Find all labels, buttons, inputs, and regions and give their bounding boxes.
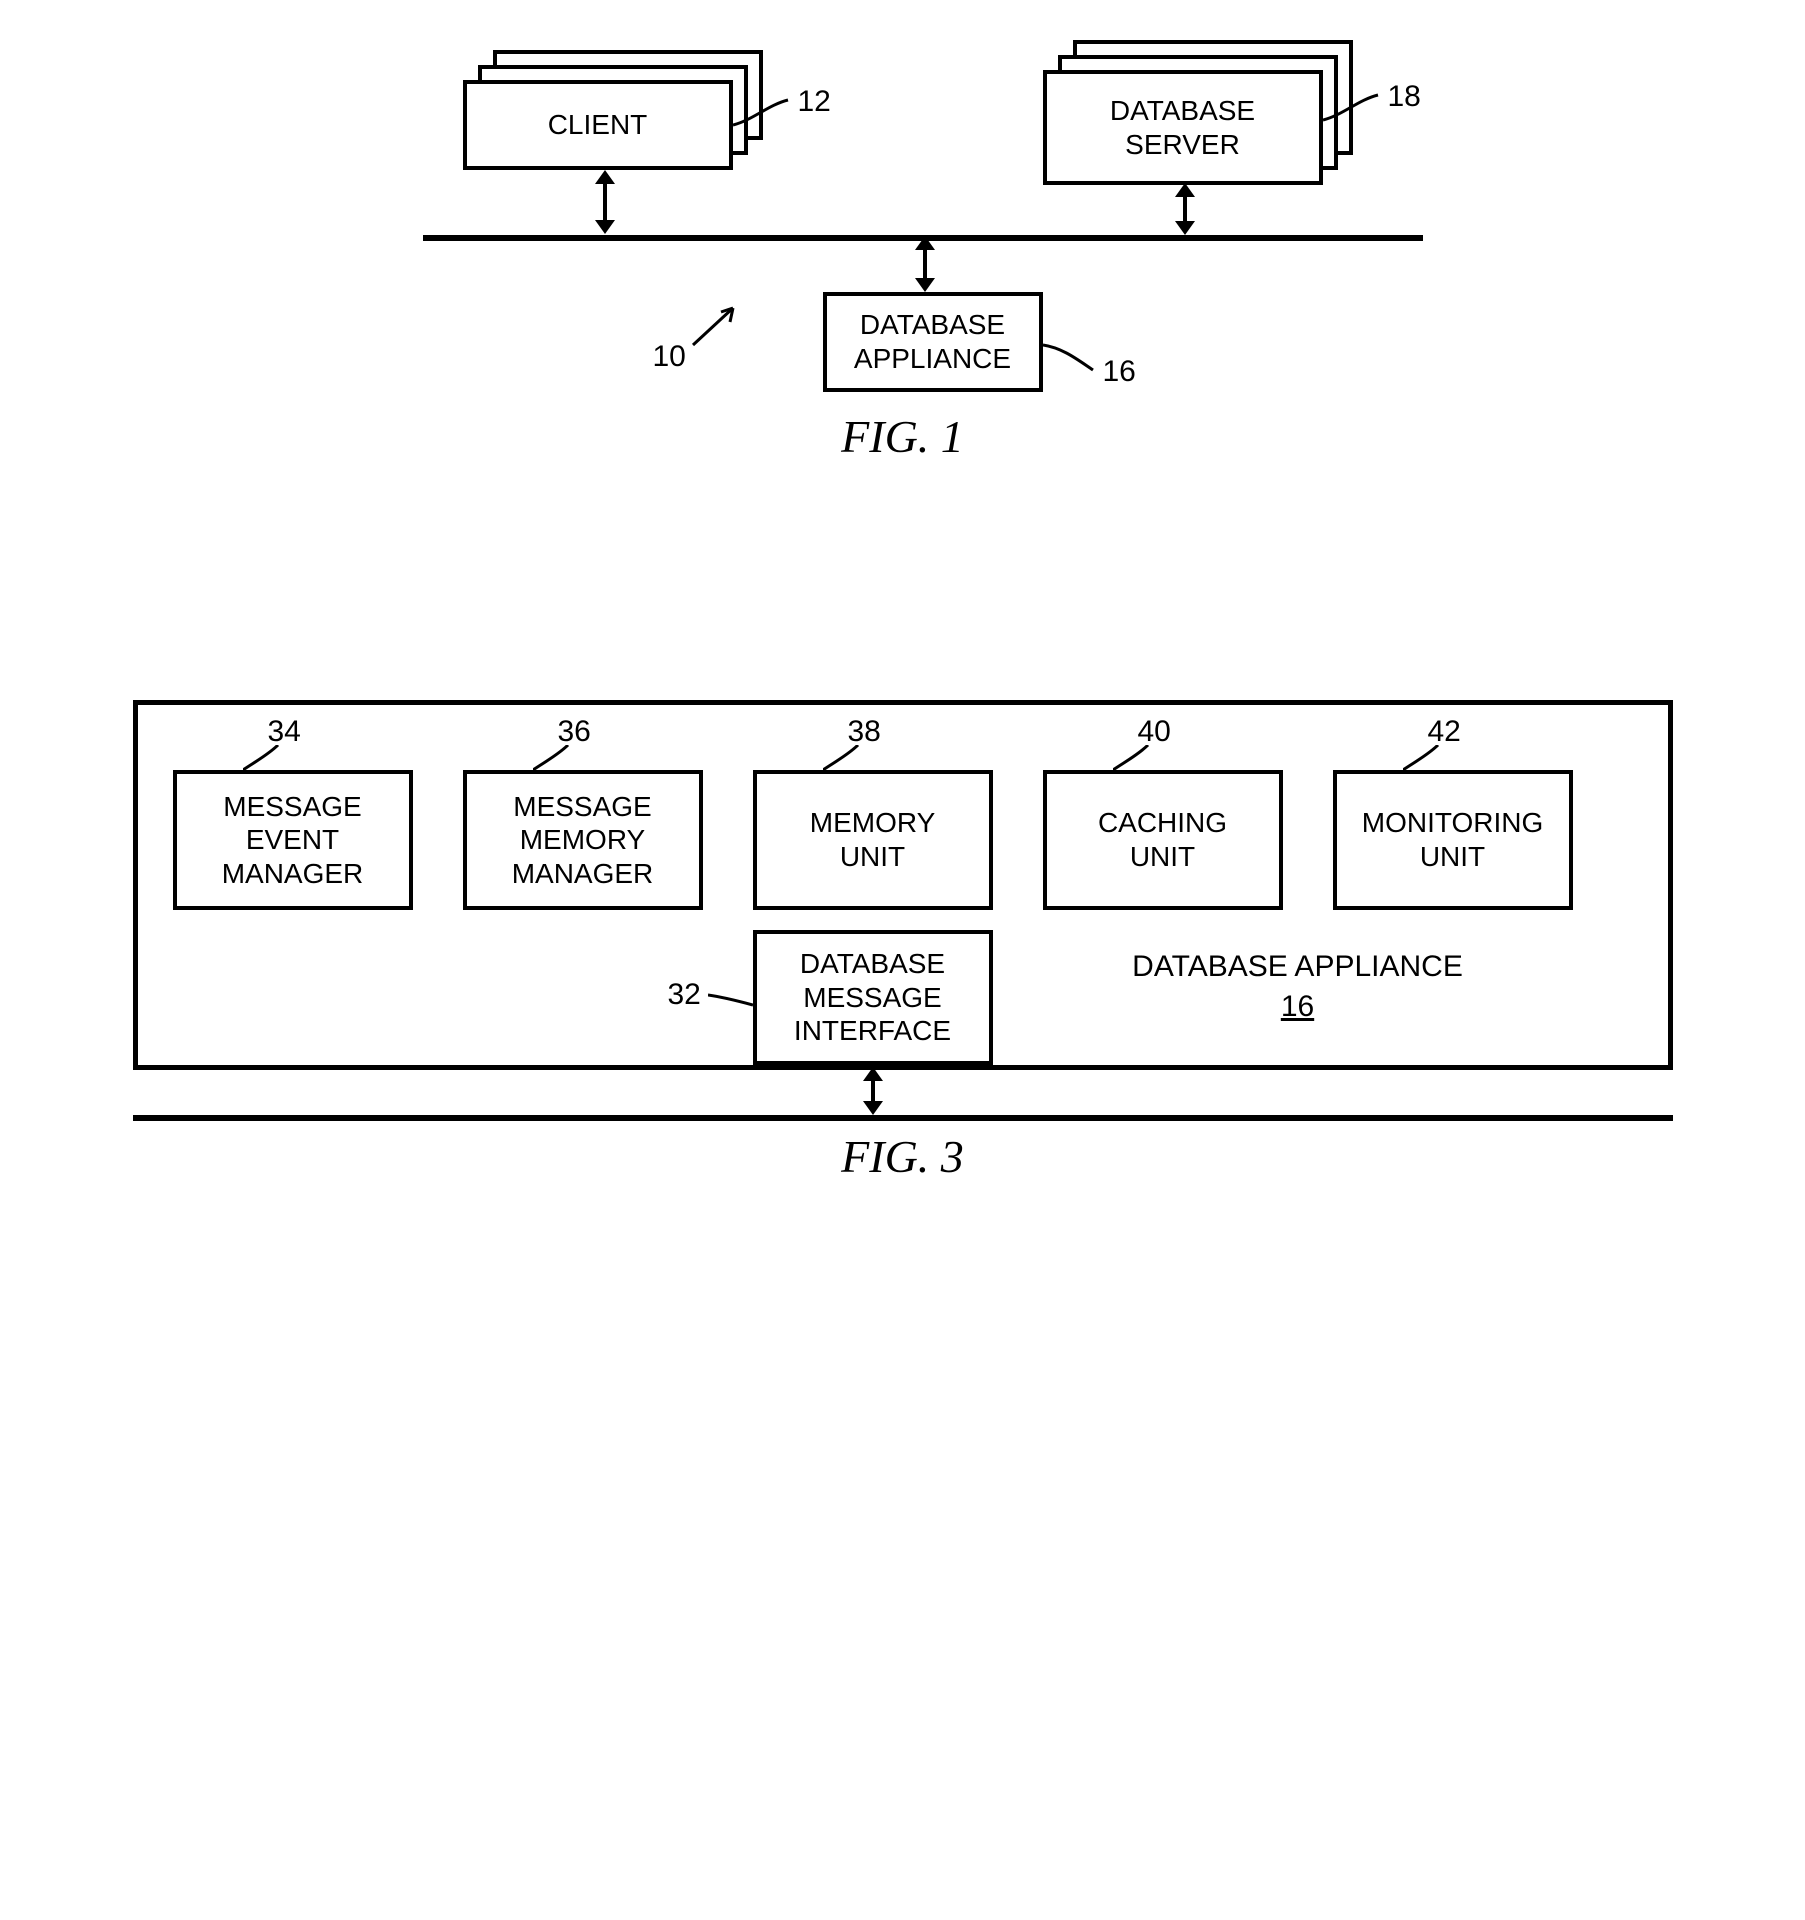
appliance-label: DATABASE APPLIANCE	[854, 308, 1011, 375]
client-leader	[733, 95, 793, 135]
client-ref: 12	[798, 85, 831, 119]
caching-unit-leader	[1113, 745, 1153, 775]
appliance-leader	[1043, 340, 1098, 375]
system-ref: 10	[653, 340, 686, 374]
fig3-caption: FIG. 3	[103, 1130, 1703, 1183]
caching-unit-box: CACHING UNIT	[1043, 770, 1283, 910]
msg-event-mgr-leader	[243, 745, 283, 775]
dmi-leader	[708, 985, 753, 1010]
appliance-frame-label-text: DATABASE APPLIANCE	[1123, 950, 1473, 984]
client-box: CLIENT	[463, 80, 733, 170]
msg-event-mgr-box: MESSAGE EVENT MANAGER	[173, 770, 413, 910]
server-bus-arrow	[1183, 195, 1187, 223]
server-leader	[1323, 90, 1383, 130]
memory-unit-box: MEMORY UNIT	[753, 770, 993, 910]
client-label: CLIENT	[548, 108, 648, 142]
memory-unit-leader	[823, 745, 863, 775]
fig3-dmi-arrow	[871, 1079, 875, 1103]
fig1-caption: FIG. 1	[353, 410, 1453, 463]
appliance-frame-label: DATABASE APPLIANCE 16	[1123, 950, 1473, 1024]
appliance-bus-arrow	[923, 248, 927, 280]
caching-unit-label: CACHING UNIT	[1098, 806, 1227, 873]
dmi-ref: 32	[668, 978, 701, 1012]
monitoring-unit-label: MONITORING UNIT	[1362, 806, 1543, 873]
server-box: DATABASE SERVER	[1043, 70, 1323, 185]
msg-event-mgr-label: MESSAGE EVENT MANAGER	[222, 790, 364, 891]
client-bus-arrow	[603, 182, 607, 222]
fig3-bus	[133, 1115, 1673, 1121]
msg-event-mgr-ref: 34	[268, 715, 301, 749]
figure-3: MESSAGE EVENT MANAGER 34 MESSAGE MEMORY …	[103, 660, 1703, 1180]
memory-unit-ref: 38	[848, 715, 881, 749]
server-label: DATABASE SERVER	[1110, 94, 1255, 161]
appliance-frame-ref: 16	[1281, 990, 1314, 1024]
dmi-box: DATABASE MESSAGE INTERFACE	[753, 930, 993, 1065]
monitoring-unit-leader	[1403, 745, 1443, 775]
appliance-box: DATABASE APPLIANCE	[823, 292, 1043, 392]
msg-mem-mgr-ref: 36	[558, 715, 591, 749]
msg-mem-mgr-box: MESSAGE MEMORY MANAGER	[463, 770, 703, 910]
appliance-ref: 16	[1103, 355, 1136, 389]
monitoring-unit-box: MONITORING UNIT	[1333, 770, 1573, 910]
dmi-label: DATABASE MESSAGE INTERFACE	[794, 947, 951, 1048]
system-ref-arrow	[688, 300, 748, 350]
monitoring-unit-ref: 42	[1428, 715, 1461, 749]
msg-mem-mgr-label: MESSAGE MEMORY MANAGER	[512, 790, 654, 891]
msg-mem-mgr-leader	[533, 745, 573, 775]
caching-unit-ref: 40	[1138, 715, 1171, 749]
figure-1: CLIENT 12 DATABASE SERVER 18 DATABASE AP…	[353, 40, 1453, 460]
server-ref: 18	[1388, 80, 1421, 114]
memory-unit-label: MEMORY UNIT	[810, 806, 936, 873]
